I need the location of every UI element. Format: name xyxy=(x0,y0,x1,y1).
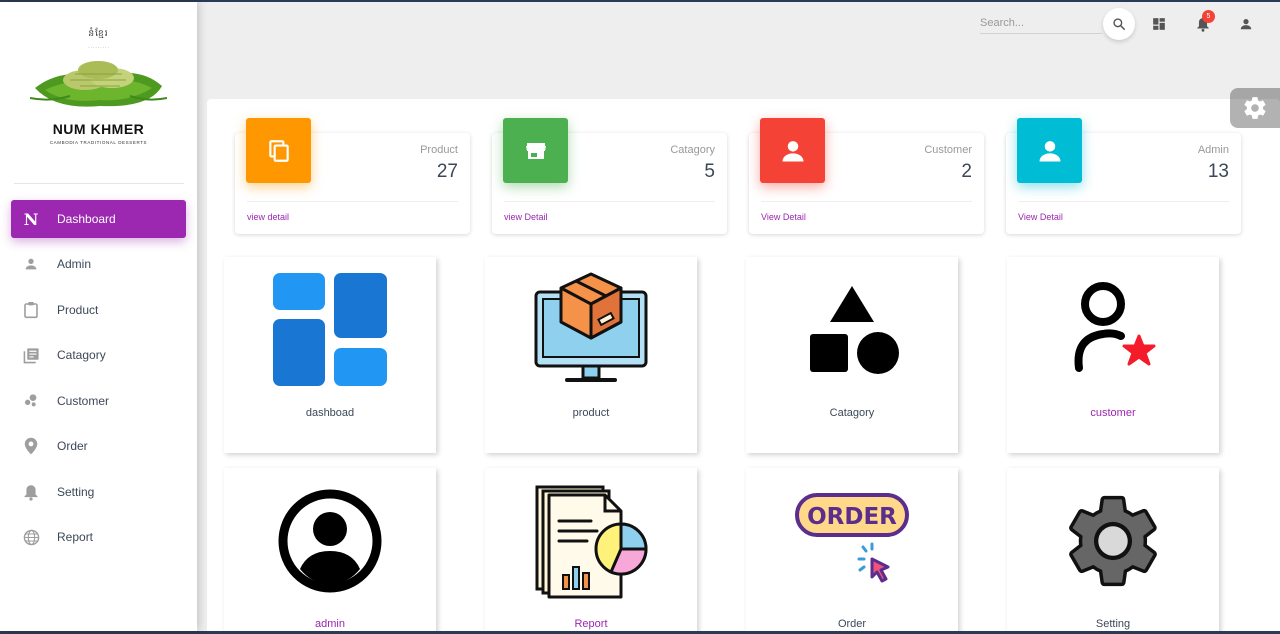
sidebar-item-order[interactable]: Order xyxy=(11,427,186,465)
dashboard-view-button[interactable] xyxy=(1149,14,1169,34)
sidebar: នំខ្មែរ · · · · · · · · · NUM KHMER CAMB… xyxy=(0,2,197,631)
sidebar-item-label: Admin xyxy=(57,257,92,271)
stat-label: Admin xyxy=(1197,144,1229,156)
sidebar-item-label: Product xyxy=(57,303,99,317)
sidebar-item-label: Dashboard xyxy=(57,212,116,226)
search-button[interactable] xyxy=(1103,8,1135,40)
store-icon xyxy=(503,118,568,183)
stat-divider xyxy=(247,201,458,202)
report-icon xyxy=(485,482,697,600)
account-icon xyxy=(1240,19,1252,30)
view-detail-link[interactable]: View Detail xyxy=(761,212,806,222)
n-logo-icon: N xyxy=(23,209,39,229)
clipboard-icon xyxy=(20,299,42,321)
library-books-icon xyxy=(20,344,42,366)
sidebar-item-label: Catagory xyxy=(57,348,106,362)
tile-admin[interactable]: admin xyxy=(224,468,436,634)
sidebar-item-admin[interactable]: Admin xyxy=(11,245,186,283)
stat-value: 27 xyxy=(436,161,458,182)
stat-card-catagory: Catagory 5 view Detail xyxy=(492,118,727,234)
tile-product[interactable]: product xyxy=(485,257,697,453)
sidebar-item-label: Setting xyxy=(57,485,95,499)
stat-value: 5 xyxy=(704,161,715,182)
sidebar-item-label: Customer xyxy=(57,394,110,408)
bubble-chart-icon xyxy=(20,390,42,412)
user-circle-icon xyxy=(224,482,436,600)
product-monitor-icon xyxy=(485,271,697,389)
tile-customer[interactable]: customer xyxy=(1007,257,1219,453)
tile-report[interactable]: Report xyxy=(485,468,697,634)
person-icon xyxy=(20,253,42,275)
gear-icon xyxy=(1244,97,1266,119)
tile-label: Setting xyxy=(1095,618,1131,630)
stat-card-customer: Customer 2 View Detail xyxy=(749,118,984,234)
tile-label: product xyxy=(572,407,610,419)
tile-label: Order xyxy=(837,618,867,630)
sidebar-item-catagory[interactable]: Catagory xyxy=(11,336,186,374)
search-input[interactable] xyxy=(980,12,1102,34)
view-detail-link[interactable]: view Detail xyxy=(504,212,548,222)
stat-card-admin: Admin 13 View Detail xyxy=(1006,118,1241,234)
settings-plugin-button[interactable] xyxy=(1230,88,1280,128)
view-detail-link[interactable]: View Detail xyxy=(1018,212,1063,222)
copy-icon xyxy=(246,118,311,183)
sidebar-item-label: Order xyxy=(57,439,88,453)
person-icon xyxy=(760,118,825,183)
logo-title: NUM KHMER xyxy=(52,121,145,137)
dashboard-grid-icon xyxy=(224,271,436,389)
logo-sub-decoration: · · · · · · · · · xyxy=(88,45,109,50)
order-click-icon: ORDER xyxy=(746,482,958,600)
view-detail-link[interactable]: view detail xyxy=(247,212,289,222)
person-icon xyxy=(1017,118,1082,183)
tile-catagory[interactable]: Catagory xyxy=(746,257,958,453)
profile-button[interactable] xyxy=(1236,14,1256,34)
tile-dashboard[interactable]: dashboad xyxy=(224,257,436,453)
stat-label: Catagory xyxy=(670,144,715,156)
search-icon xyxy=(1113,18,1126,31)
shapes-icon xyxy=(746,271,958,389)
sidebar-item-customer[interactable]: Customer xyxy=(11,382,186,420)
sidebar-item-setting[interactable]: Setting xyxy=(11,473,186,511)
stat-divider xyxy=(504,201,715,202)
sidebar-item-report[interactable]: Report xyxy=(11,518,186,556)
notification-badge: 5 xyxy=(1202,10,1215,23)
stat-card-product: Product 27 view detail xyxy=(235,118,470,234)
sidebar-item-product[interactable]: Product xyxy=(11,291,186,329)
bell-icon xyxy=(20,481,42,503)
stat-value: 2 xyxy=(961,161,972,182)
tile-label: admin xyxy=(315,618,345,630)
tile-setting[interactable]: Setting xyxy=(1007,468,1219,634)
tile-label: Catagory xyxy=(829,407,875,419)
logo-script: នំខ្មែរ xyxy=(88,29,109,39)
tile-label: customer xyxy=(1090,407,1136,419)
stat-value: 13 xyxy=(1207,161,1229,182)
svg-text:ORDER: ORDER xyxy=(807,504,897,530)
tile-label: dashboad xyxy=(305,407,355,419)
dessert-logo-icon xyxy=(30,61,167,107)
globe-icon xyxy=(20,526,42,548)
stat-divider xyxy=(1018,201,1229,202)
stat-label: Customer xyxy=(924,144,972,156)
stat-divider xyxy=(761,201,972,202)
sidebar-item-label: Report xyxy=(57,530,94,544)
logo-tagline: CAMBODIA TRADITIONAL DESSERTS xyxy=(49,140,148,145)
brand-logo[interactable]: នំខ្មែរ · · · · · · · · · NUM KHMER CAMB… xyxy=(0,2,197,184)
location-pin-icon xyxy=(20,435,42,457)
sidebar-item-dashboard[interactable]: N Dashboard xyxy=(11,200,186,238)
gear-icon xyxy=(1007,482,1219,600)
dashboard-grid-small-icon xyxy=(1153,18,1165,30)
tile-order[interactable]: ORDER Order xyxy=(746,468,958,634)
tile-label: Report xyxy=(574,618,608,630)
sidebar-divider xyxy=(14,183,184,184)
stat-label: Product xyxy=(420,144,458,156)
user-star-icon xyxy=(1007,271,1219,389)
